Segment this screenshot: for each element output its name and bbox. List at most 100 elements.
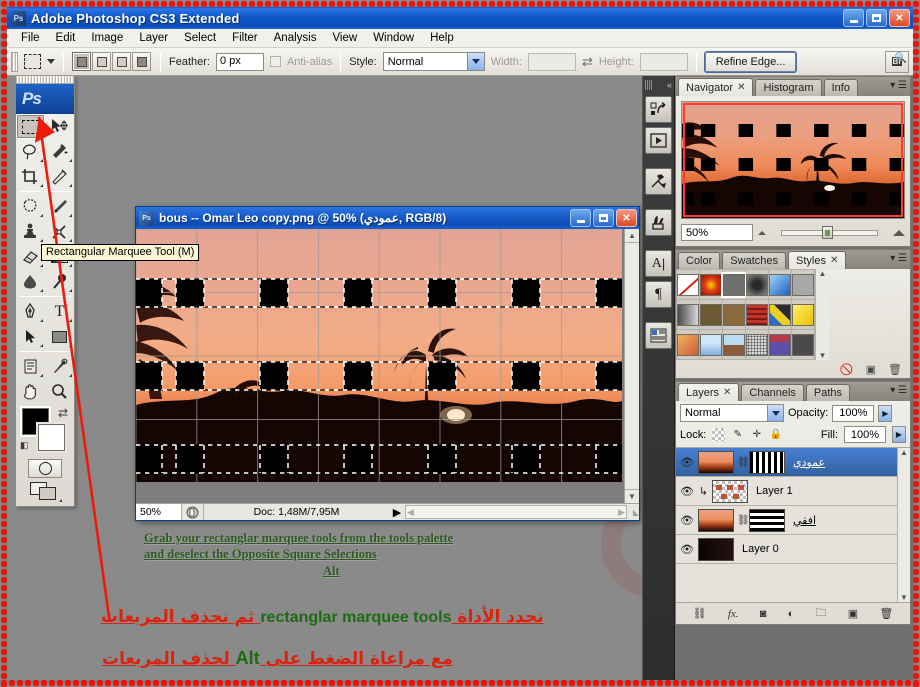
style-swatch[interactable] — [723, 330, 746, 360]
tool-presets-icon[interactable] — [645, 168, 672, 195]
rectangular-marquee-tool[interactable] — [16, 114, 45, 139]
pen-tool[interactable] — [16, 299, 45, 324]
layer-visibility-eye-icon[interactable]: 👁 — [679, 485, 695, 498]
collapse-panels-icon[interactable]: « — [667, 80, 672, 90]
fill-input[interactable]: 100% — [844, 426, 886, 443]
menu-item-edit[interactable]: Edit — [48, 30, 84, 46]
menu-item-window[interactable]: Window — [365, 30, 422, 46]
dodge-tool[interactable] — [45, 269, 74, 294]
tab-navigator[interactable]: Navigator ✕ — [678, 78, 754, 96]
clear-style-icon[interactable]: 🚫 — [840, 363, 854, 376]
style-swatch[interactable] — [792, 330, 815, 360]
layer-mask-link-icon[interactable]: ⛓ — [737, 457, 750, 468]
menu-item-select[interactable]: Select — [176, 30, 224, 46]
style-swatch[interactable] — [677, 330, 700, 360]
zoom-tool[interactable] — [45, 379, 74, 404]
layers-scrollbar[interactable]: ▲ ▼ — [897, 448, 910, 602]
rectangular-marquee-icon[interactable] — [24, 54, 41, 69]
link-layers-icon[interactable]: ⛓ — [693, 607, 707, 620]
refine-edge-button[interactable]: Refine Edge... — [704, 51, 797, 72]
layer-name[interactable]: Layer 1 — [756, 485, 793, 497]
patch-tool[interactable] — [16, 194, 45, 219]
layers-panel-menu-icon[interactable]: ▾ ☰ — [890, 385, 907, 396]
slice-tool[interactable] — [45, 164, 74, 189]
lasso-tool[interactable] — [16, 139, 45, 164]
path-selection-tool[interactable] — [16, 324, 45, 349]
canvas-vertical-scrollbar[interactable]: ▲ ▼ — [624, 229, 639, 503]
document-maximize-button[interactable] — [593, 209, 614, 227]
layer-row[interactable]: 👁 Layer 0 — [676, 535, 910, 564]
document-close-button[interactable]: ✕ — [616, 209, 637, 227]
opacity-slider-arrow-icon[interactable]: ▶ — [878, 404, 893, 422]
blur-tool[interactable] — [16, 269, 45, 294]
lock-all-icon[interactable]: 🔒 — [769, 428, 782, 441]
brush-tool[interactable] — [45, 194, 74, 219]
close-icon[interactable]: ✕ — [830, 255, 838, 266]
layer-row[interactable]: 👁 ↳ Layer 1 — [676, 477, 910, 506]
menu-item-layer[interactable]: Layer — [131, 30, 176, 46]
dock-grip[interactable] — [645, 80, 653, 90]
anti-alias-checkbox[interactable] — [269, 56, 281, 67]
toolbox-grip[interactable] — [16, 76, 74, 84]
style-swatch[interactable] — [677, 300, 700, 330]
style-swatch[interactable] — [700, 300, 723, 330]
tab-channels[interactable]: Channels — [741, 384, 804, 401]
layer-visibility-eye-icon[interactable]: 👁 — [679, 456, 695, 469]
style-swatch[interactable] — [792, 270, 815, 300]
style-swatch[interactable] — [723, 300, 746, 330]
go-to-bridge-icon[interactable]: Br 🔍 — [885, 50, 909, 73]
brushes-icon[interactable] — [645, 209, 672, 236]
feather-input[interactable]: 0 px — [215, 52, 264, 71]
canvas-horizontal-scrollbar[interactable]: ◀ ▶ — [405, 505, 627, 519]
document-minimize-button[interactable] — [570, 209, 591, 227]
navigator-view-box[interactable] — [683, 103, 903, 217]
zoom-out-icon[interactable] — [758, 230, 766, 235]
scroll-left-arrow-icon[interactable]: ◀ — [407, 507, 414, 518]
minimize-button[interactable] — [843, 9, 864, 27]
document-zoom-level[interactable]: 50% — [136, 504, 182, 520]
tab-info[interactable]: Info — [823, 79, 858, 96]
scroll-up-arrow-icon[interactable]: ▲ — [819, 269, 827, 278]
scroll-up-arrow-icon[interactable]: ▲ — [900, 448, 908, 457]
menu-item-file[interactable]: File — [13, 30, 48, 46]
tab-swatches[interactable]: Swatches — [722, 252, 786, 269]
layer-row[interactable]: 👁 ⛓ افقي — [676, 506, 910, 535]
new-style-icon[interactable]: ▣ — [866, 363, 876, 376]
tab-paths[interactable]: Paths — [805, 384, 851, 401]
lock-image-pixels-icon[interactable]: ✎ — [731, 428, 744, 441]
options-bar-grip[interactable] — [11, 51, 18, 72]
horizontal-type-tool[interactable]: T — [45, 299, 74, 324]
opacity-input[interactable]: 100% — [832, 404, 875, 422]
default-colors-icon[interactable]: ◧ — [20, 440, 29, 451]
layer-name[interactable]: عمودي — [793, 456, 825, 469]
style-swatch[interactable] — [769, 270, 792, 300]
scroll-down-arrow-icon[interactable]: ▼ — [900, 593, 908, 602]
crop-tool[interactable] — [16, 164, 45, 189]
document-preview-icon[interactable] — [182, 504, 204, 520]
intersect-with-selection-button[interactable] — [132, 52, 151, 71]
layer-name[interactable]: Layer 0 — [742, 543, 779, 555]
style-swatch[interactable] — [746, 300, 769, 330]
zoom-in-icon[interactable] — [893, 229, 905, 236]
document-title-bar[interactable]: Ps bous -- Omar Leo copy.png @ 50% (عمود… — [136, 207, 639, 229]
menu-item-filter[interactable]: Filter — [224, 30, 266, 46]
menu-item-view[interactable]: View — [324, 30, 365, 46]
lock-transparent-pixels-icon[interactable] — [712, 428, 726, 441]
screen-mode-button[interactable] — [30, 482, 62, 502]
history-brush-tool[interactable] — [45, 219, 74, 244]
document-canvas-area[interactable]: ▲ ▼ — [136, 229, 639, 503]
style-swatch[interactable] — [723, 270, 746, 300]
new-layer-icon[interactable]: ▣ — [848, 607, 858, 620]
slider-thumb[interactable] — [822, 226, 834, 239]
new-group-icon[interactable]: 🗀 — [816, 604, 827, 623]
layer-thumbnail[interactable] — [712, 479, 748, 503]
swap-dimensions-icon[interactable]: ⇄ — [582, 54, 593, 70]
style-swatch-none[interactable] — [677, 270, 700, 300]
maximize-button[interactable] — [866, 9, 887, 27]
style-swatch[interactable] — [792, 300, 815, 330]
swap-colors-icon[interactable]: ⇄ — [58, 406, 68, 420]
navigator-zoom-slider[interactable] — [771, 226, 888, 240]
layer-thumbnail[interactable] — [698, 508, 734, 532]
status-menu-arrow-icon[interactable]: ▶ — [389, 506, 405, 519]
document-resize-grip[interactable]: ◣ — [627, 508, 639, 517]
